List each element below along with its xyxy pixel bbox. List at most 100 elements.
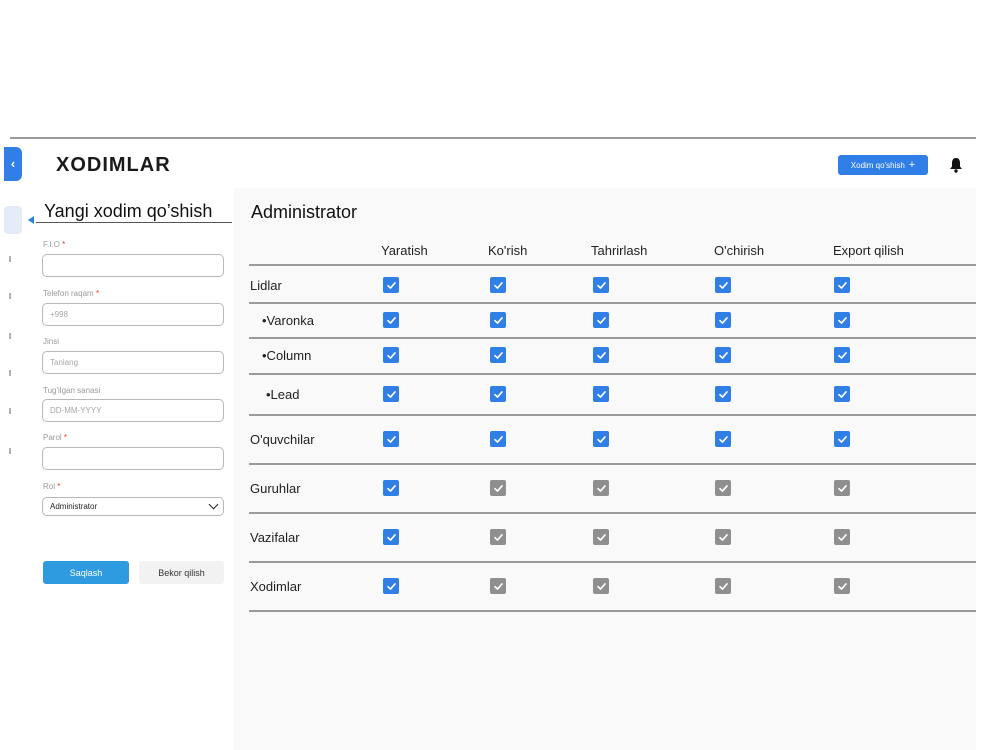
checkmark-icon [493,316,503,324]
row-divider [249,373,976,375]
checkmark-icon [386,435,396,443]
chevron-left-icon: ‹ [10,156,16,171]
permission-checkbox[interactable] [490,480,506,496]
cancel-button[interactable]: Bekor qilish [139,561,224,584]
sidebar-item-icon[interactable] [9,333,13,339]
sidebar-item-active[interactable] [4,206,22,234]
birthdate-input[interactable]: DD-MM-YYYY [42,399,224,422]
permission-checkbox[interactable] [715,312,731,328]
role-select[interactable]: Administrator [42,497,224,516]
permission-checkbox[interactable] [490,277,506,293]
permission-row-label: Xodimlar [250,579,302,594]
save-button[interactable]: Saqlash [43,561,129,584]
collapse-sidebar-button[interactable]: ‹ [4,147,22,181]
checkmark-icon [837,435,847,443]
permission-checkbox[interactable] [593,529,609,545]
checkmark-icon [493,435,503,443]
permission-checkbox[interactable] [383,277,399,293]
permission-checkbox[interactable] [593,347,609,363]
permission-checkbox[interactable] [490,347,506,363]
permission-checkbox[interactable] [383,312,399,328]
add-employee-label: Xodim qo'shish [850,160,905,170]
permission-checkbox[interactable] [490,312,506,328]
checkmark-icon [718,435,728,443]
add-employee-button[interactable]: Xodim qo'shish + [838,155,928,175]
row-divider [249,302,976,304]
top-divider [10,137,976,139]
column-header: Tahrirlash [591,243,648,258]
permission-checkbox[interactable] [715,277,731,293]
permission-checkbox[interactable] [383,480,399,496]
fio-input[interactable] [42,254,224,277]
permission-row-label: Lidlar [250,278,282,293]
checkmark-icon [718,316,728,324]
permission-checkbox[interactable] [834,347,850,363]
checkmark-icon [493,281,503,289]
permission-checkbox[interactable] [490,529,506,545]
checkmark-icon [837,533,847,541]
permission-checkbox[interactable] [490,578,506,594]
checkmark-icon [493,533,503,541]
phone-input[interactable]: +998 [42,303,224,326]
permission-checkbox[interactable] [383,386,399,402]
permission-checkbox[interactable] [593,578,609,594]
checkmark-icon [718,582,728,590]
checkmark-icon [837,484,847,492]
permission-checkbox[interactable] [715,386,731,402]
permission-checkbox[interactable] [834,386,850,402]
permission-checkbox[interactable] [834,431,850,447]
checkmark-icon [386,390,396,398]
permission-checkbox[interactable] [593,312,609,328]
sidebar-item-icon[interactable] [9,370,13,376]
permission-checkbox[interactable] [383,347,399,363]
permission-checkbox[interactable] [715,431,731,447]
permission-checkbox[interactable] [834,578,850,594]
checkmark-icon [386,316,396,324]
sidebar-item-icon[interactable] [9,256,13,262]
sidebar-item-icon[interactable] [9,293,13,299]
role-title: Administrator [251,202,358,222]
checkmark-icon [493,351,503,359]
permission-checkbox[interactable] [490,431,506,447]
row-divider [249,264,976,266]
gender-select[interactable]: Tanlang [42,351,224,374]
checkmark-icon [596,582,606,590]
password-input[interactable] [42,447,224,470]
checkmark-icon [718,484,728,492]
permission-row-label: Guruhlar [250,481,301,496]
permission-row-label: •Column [262,348,312,363]
permission-checkbox[interactable] [593,277,609,293]
column-header: O'chirish [714,243,765,258]
chevron-down-icon [208,499,219,510]
checkmark-icon [718,281,728,289]
permission-checkbox[interactable] [834,277,850,293]
permission-checkbox[interactable] [593,480,609,496]
permission-checkbox[interactable] [715,347,731,363]
checkmark-icon [837,281,847,289]
checkmark-icon [386,484,396,492]
sidebar-item-icon[interactable] [9,448,13,454]
permission-checkbox[interactable] [715,480,731,496]
plus-icon: + [908,159,916,171]
permission-checkbox[interactable] [593,386,609,402]
permission-checkbox[interactable] [383,431,399,447]
checkmark-icon [596,351,606,359]
permission-checkbox[interactable] [834,480,850,496]
checkmark-icon [837,316,847,324]
permission-checkbox[interactable] [834,312,850,328]
permission-checkbox[interactable] [715,529,731,545]
permission-checkbox[interactable] [715,578,731,594]
row-divider [249,337,976,339]
permission-checkbox[interactable] [593,431,609,447]
permission-checkbox[interactable] [383,578,399,594]
permission-checkbox[interactable] [834,529,850,545]
checkmark-icon [386,281,396,289]
field-label-gender: Jinsi [43,337,60,346]
checkmark-icon [493,484,503,492]
permission-checkbox[interactable] [383,529,399,545]
sidebar-item-icon[interactable] [9,408,13,414]
bell-icon[interactable] [949,157,963,173]
permission-checkbox[interactable] [490,386,506,402]
checkmark-icon [837,582,847,590]
checkmark-icon [386,582,396,590]
